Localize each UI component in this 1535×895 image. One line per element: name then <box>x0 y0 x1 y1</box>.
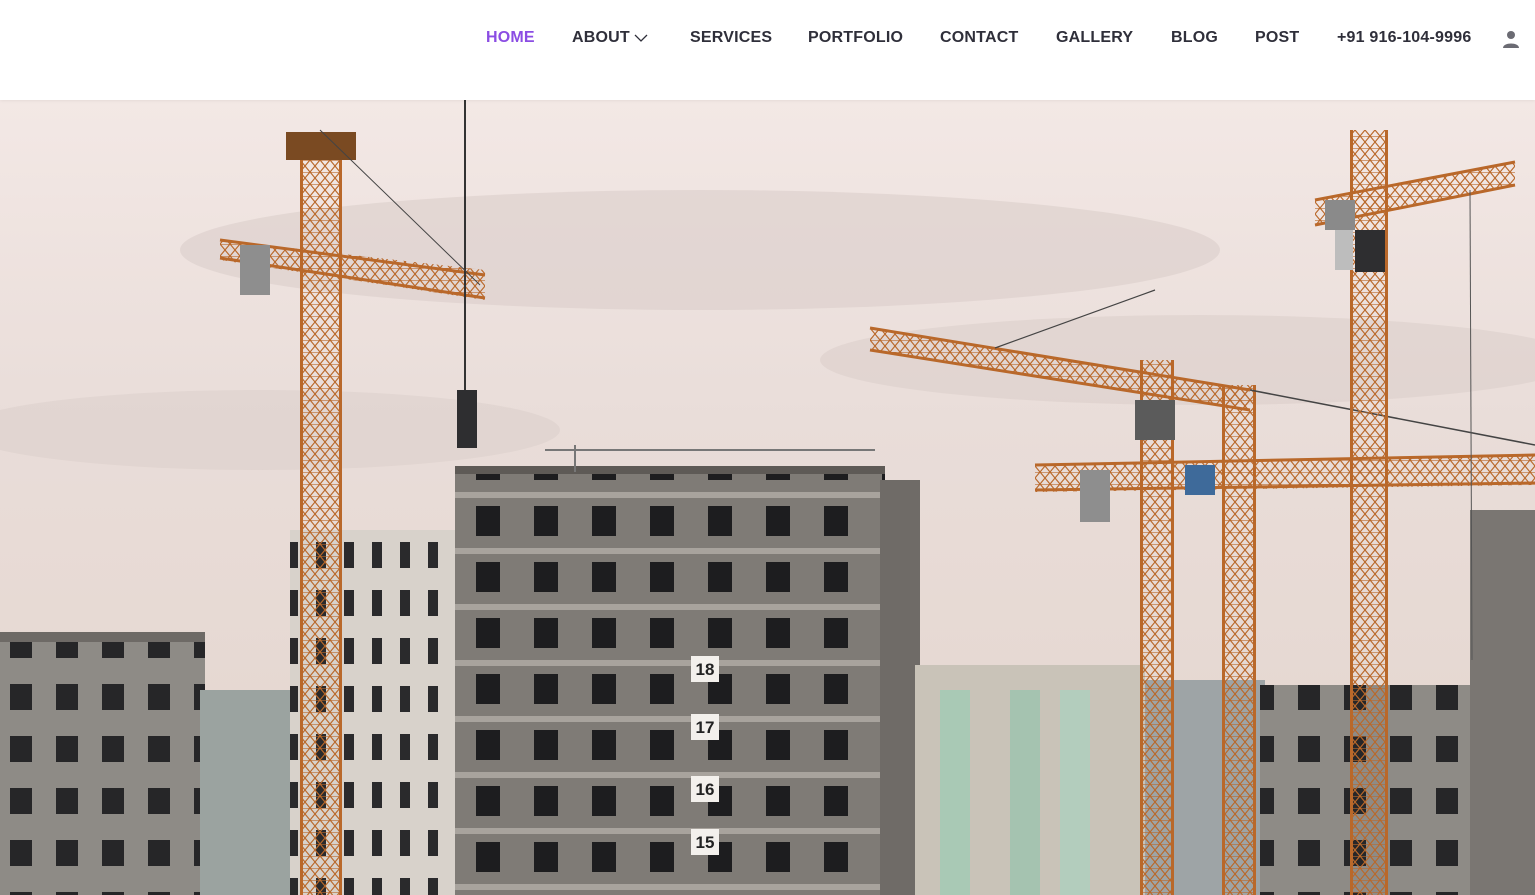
top-navbar: HOME ABOUT SERVICES PORTFOLIO CONTACT GA… <box>0 0 1535 100</box>
nav-contact[interactable]: CONTACT <box>940 29 1018 47</box>
nav-home[interactable]: HOME <box>486 29 535 47</box>
floor-label: 15 <box>696 833 715 852</box>
nav-about[interactable]: ABOUT <box>572 29 648 47</box>
floor-label: 16 <box>696 780 715 799</box>
nav-about-label: ABOUT <box>572 29 630 46</box>
hero-banner: 18 17 16 15 <box>0 100 1535 895</box>
floor-label: 18 <box>696 660 715 679</box>
floor-label: 17 <box>696 718 715 737</box>
nav-phone[interactable]: +91 916-104-9996 <box>1337 29 1471 47</box>
chevron-down-icon <box>634 34 648 42</box>
nav-portfolio[interactable]: PORTFOLIO <box>808 29 903 47</box>
nav-gallery[interactable]: GALLERY <box>1056 29 1133 47</box>
user-icon[interactable] <box>1500 28 1522 50</box>
nav-post[interactable]: POST <box>1255 29 1299 47</box>
nav-blog[interactable]: BLOG <box>1171 29 1218 47</box>
nav-services[interactable]: SERVICES <box>690 29 772 47</box>
construction-site-image: 18 17 16 15 <box>0 100 1535 895</box>
